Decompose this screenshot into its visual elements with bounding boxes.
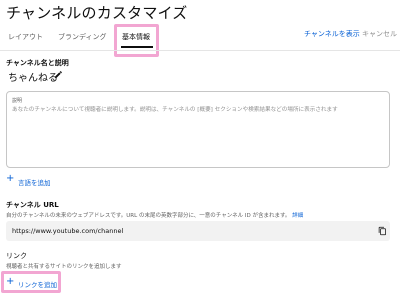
add-language-link[interactable]: 言語を追加 [18,177,51,187]
add-language-plus-icon[interactable]: + [6,174,14,184]
url-section-label: チャンネル URL [6,201,59,209]
channel-name: ちゃんねる [8,73,58,84]
header-divider [0,50,400,51]
channel-url-field[interactable]: https://www.youtube.com/channel [6,221,390,241]
name-section-label: チャンネル名と説明 [6,59,69,67]
page-title: チャンネルのカスタマイズ [6,4,188,22]
tab-branding[interactable]: ブランディング [58,32,107,42]
channel-url-text: https://www.youtube.com/channel [12,227,124,235]
description-placeholder: あなたのチャンネルについて視聴者に説明します。説明は、チャンネルの [概要] セ… [12,107,338,113]
add-link-highlight [1,271,61,293]
copy-icon[interactable] [378,226,387,236]
url-help-body: 自分のチャンネルの未来のウェブアドレスです。URL の末尾の英数字部分に、一意の… [6,213,291,219]
cancel-button[interactable]: キャンセル [362,29,397,39]
url-help-text: 自分のチャンネルの未来のウェブアドレスです。URL の末尾の英数字部分に、一意の… [6,211,303,219]
tab-layout[interactable]: レイアウト [8,32,43,42]
edit-pencil-icon[interactable] [54,70,63,79]
links-section-label: リンク [6,252,27,260]
links-help-text: 視聴者と共有するサイトのリンクを追加します [6,264,122,270]
description-field[interactable]: 説明 あなたのチャンネルについて視聴者に説明します。説明は、チャンネルの [概要… [6,91,390,168]
tab-highlight [114,24,159,57]
learn-more-link[interactable]: 詳細 [292,213,303,219]
view-channel-button[interactable]: チャンネルを表示 [304,29,360,39]
description-label: 説明 [12,98,23,104]
